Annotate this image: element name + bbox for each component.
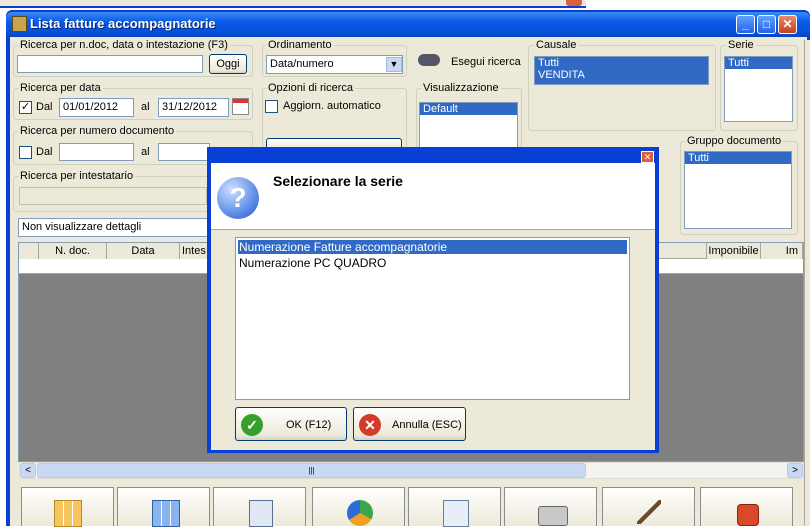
side-panel-edge [804, 40, 810, 526]
wizard-button[interactable] [602, 487, 695, 526]
scroll-thumb[interactable]: ||| [37, 463, 586, 478]
causale-item[interactable]: Tutti [535, 57, 708, 69]
grid-col-intes[interactable]: Intes [180, 243, 208, 259]
cancel-label: Annulla (ESC) [392, 419, 462, 431]
date-to-label: al [141, 101, 150, 113]
ordering-value: Data/numero [270, 58, 334, 70]
scroll-right-button[interactable]: > [787, 463, 803, 478]
details-select[interactable]: Non visualizzare dettagli [18, 218, 214, 237]
copy-document-button[interactable] [213, 487, 306, 527]
doc-to-input[interactable] [158, 143, 210, 161]
view-label: Visualizzazione [421, 82, 501, 94]
search-options-label: Opzioni di ricerca [266, 82, 355, 94]
series-item[interactable]: Numerazione PC QUADRO [238, 256, 627, 270]
grid-col-ndoc[interactable]: N. doc. [39, 243, 107, 259]
doc-search-label: Ricerca per numero documento [18, 125, 177, 137]
serie-item[interactable]: Tutti [725, 57, 792, 69]
calendar-icon[interactable] [232, 98, 249, 115]
ordering-label: Ordinamento [266, 39, 334, 51]
grid-corner [19, 243, 39, 259]
settings-doc-icon [443, 500, 469, 527]
copy-doc-icon [249, 500, 273, 527]
grid-col-imponibile[interactable]: Imponibile [706, 243, 761, 259]
binoculars-icon [418, 54, 440, 66]
check-icon: ✓ [241, 414, 263, 436]
minimize-button[interactable]: _ [736, 15, 755, 34]
today-button[interactable]: Oggi [209, 54, 247, 74]
doc-to-label: al [141, 146, 150, 158]
maximize-button[interactable]: □ [757, 15, 776, 34]
printer-icon [538, 506, 568, 526]
holder-input[interactable] [19, 187, 207, 205]
convert-document-button[interactable] [312, 487, 405, 526]
cancel-button[interactable]: ✕ Annulla (ESC) [353, 407, 466, 441]
date-search-label: Ricerca per data [18, 82, 103, 94]
scroll-left-button[interactable]: < [20, 463, 36, 478]
ok-label: OK (F12) [286, 419, 332, 431]
doc-group-list[interactable]: Tutti [684, 151, 792, 229]
select-doc-icon [152, 500, 180, 527]
date-to-input[interactable]: 31/12/2012 [158, 98, 229, 117]
grid-col-data[interactable]: Data [107, 243, 180, 259]
question-icon: ? [217, 177, 259, 219]
window-title: Lista fatture accompagnatorie [30, 16, 216, 31]
quick-search-label: Ricerca per n.doc, data o intestazione (… [18, 39, 230, 51]
view-list[interactable]: Default [419, 102, 518, 148]
holder-search-label: Ricerca per intestatario [18, 170, 136, 182]
auto-update-checkbox[interactable] [265, 100, 278, 113]
doc-group-item[interactable]: Tutti [685, 152, 791, 164]
wizard-icon [637, 500, 661, 524]
auto-update-label: Aggiorn. automatico [283, 100, 381, 112]
new-doc-icon [54, 500, 82, 527]
serie-label: Serie [726, 39, 756, 51]
select-document-button[interactable] [117, 487, 210, 527]
dialog-close-button[interactable]: ✕ [641, 151, 654, 163]
dialog-heading: Selezionare la serie [273, 173, 403, 189]
series-list[interactable]: Numerazione Fatture accompagnatorie Nume… [235, 237, 630, 400]
ok-button[interactable]: ✓ OK (F12) [235, 407, 347, 441]
date-search-checkbox[interactable]: ✓ [19, 101, 32, 114]
series-item[interactable]: Numerazione Fatture accompagnatorie [238, 240, 627, 254]
causale-list[interactable]: Tutti VENDITA [534, 56, 709, 85]
doc-search-checkbox[interactable] [19, 146, 32, 159]
dropdown-arrow-icon[interactable]: ▼ [386, 57, 402, 72]
print-button[interactable] [504, 487, 597, 526]
power-icon [737, 504, 759, 526]
ordering-select[interactable]: Data/numero [266, 55, 403, 74]
causale-item[interactable]: VENDITA [535, 69, 708, 82]
causale-label: Causale [534, 39, 579, 51]
doc-group-label: Gruppo documento [685, 135, 784, 147]
search-input[interactable] [17, 55, 203, 73]
date-from-input[interactable]: 01/01/2012 [59, 98, 134, 117]
settings-document-button[interactable] [408, 487, 501, 527]
recycle-icon [347, 500, 373, 526]
app-icon [12, 16, 27, 32]
date-from-label: Dal [36, 101, 53, 113]
grid-col-im[interactable]: Im [761, 243, 803, 259]
doc-from-input[interactable] [59, 143, 134, 161]
serie-list[interactable]: Tutti [724, 56, 793, 122]
run-search-label: Esegui ricerca [451, 56, 521, 68]
new-document-button[interactable] [21, 487, 114, 527]
close-button[interactable]: ✕ [778, 15, 797, 34]
doc-from-label: Dal [36, 146, 53, 158]
background-window-close [566, 0, 582, 6]
run-search-button[interactable]: Esegui ricerca [414, 46, 522, 78]
background-window-edge [0, 0, 586, 8]
cancel-icon: ✕ [359, 414, 381, 436]
exit-button[interactable] [700, 487, 793, 526]
view-item[interactable]: Default [420, 103, 517, 115]
scroll-grip-icon: ||| [308, 466, 315, 475]
